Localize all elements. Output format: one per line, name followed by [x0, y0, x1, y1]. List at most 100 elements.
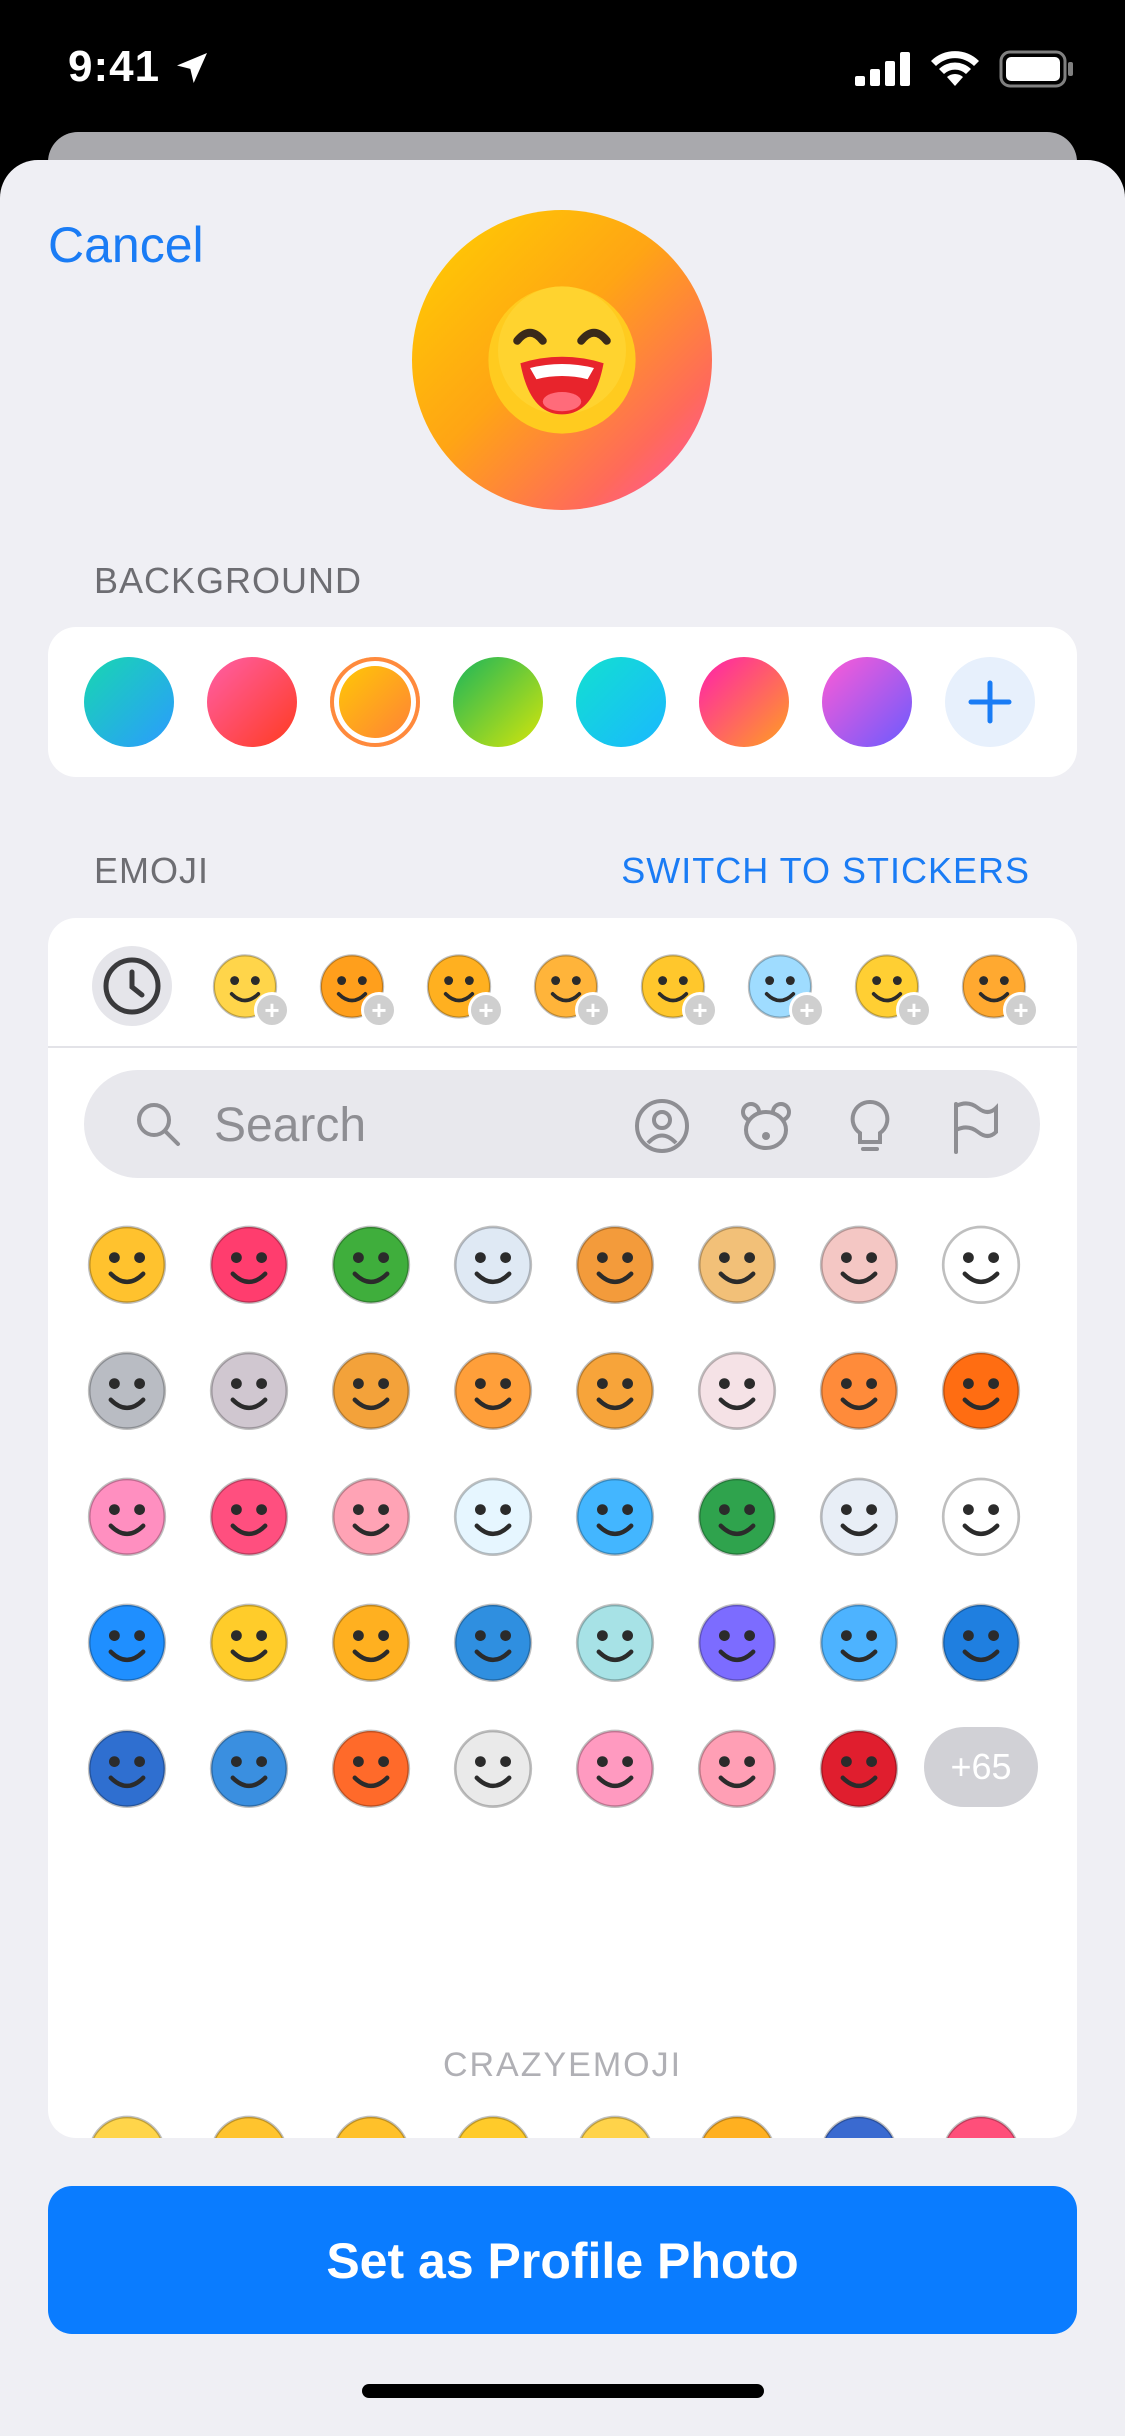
emoji-cell[interactable]: [82, 1722, 172, 1812]
recent-emoji-kiss-face[interactable]: +: [957, 948, 1039, 1028]
emoji-cell[interactable]: [448, 1218, 538, 1308]
emoji-face-icon: [335, 2115, 407, 2138]
lightbulb-category-icon[interactable]: [840, 1096, 900, 1156]
emoji-cell[interactable]: [692, 1218, 782, 1308]
emoji-cell[interactable]: [326, 2108, 416, 2138]
emoji-cell[interactable]: [326, 1596, 416, 1686]
emoji-cell[interactable]: [570, 1722, 660, 1812]
switch-to-stickers-button[interactable]: SWITCH TO STICKERS: [621, 850, 1030, 892]
add-badge-icon: +: [896, 992, 932, 1028]
add-color-button[interactable]: [945, 657, 1035, 747]
emoji-cell[interactable]: [326, 1218, 416, 1308]
emoji-cell[interactable]: [204, 1344, 294, 1434]
emoji-cell[interactable]: [204, 1470, 294, 1560]
emoji-cell[interactable]: [448, 1344, 538, 1434]
emoji-face-icon: [453, 1603, 533, 1682]
color-swatch-lime[interactable]: [453, 657, 543, 747]
emoji-cell[interactable]: [814, 1470, 904, 1560]
emoji-cell[interactable]: [82, 1596, 172, 1686]
emoji-cell[interactable]: [82, 1218, 172, 1308]
emoji-face-icon: [823, 2115, 895, 2138]
emoji-face-icon: [331, 1729, 411, 1808]
flag-category-icon[interactable]: [944, 1096, 1004, 1156]
emoji-cell[interactable]: [448, 1596, 538, 1686]
emoji-face-icon: [453, 1225, 533, 1304]
emoji-cell[interactable]: [326, 1344, 416, 1434]
cancel-button[interactable]: Cancel: [48, 216, 204, 274]
emoji-face-icon: [213, 2115, 285, 2138]
emoji-face-icon: [209, 1603, 289, 1682]
set-as-profile-photo-button[interactable]: Set as Profile Photo: [48, 2186, 1077, 2334]
emoji-cell[interactable]: [448, 1470, 538, 1560]
emoji-cell[interactable]: [692, 1596, 782, 1686]
emoji-cell[interactable]: [82, 1470, 172, 1560]
color-swatch-sunset[interactable]: [207, 657, 297, 747]
emoji-face-icon: [331, 1603, 411, 1682]
emoji-face-icon: [697, 1351, 777, 1430]
emoji-cell[interactable]: [936, 1470, 1026, 1560]
emoji-face-icon: [575, 1477, 655, 1556]
emoji-cell[interactable]: [570, 1344, 660, 1434]
color-swatch-amber-selected[interactable]: [330, 657, 420, 747]
emoji-cell[interactable]: [570, 1218, 660, 1308]
recent-emoji-wink-tongue[interactable]: +: [636, 948, 718, 1028]
emoji-face-icon: [87, 1477, 167, 1556]
emoji-cell[interactable]: [936, 1218, 1026, 1308]
color-swatch-ocean[interactable]: [84, 657, 174, 747]
smiley-category-icon[interactable]: [632, 1096, 692, 1156]
recent-tab[interactable]: [92, 946, 172, 1026]
emoji-cell[interactable]: [448, 2108, 538, 2138]
background-color-picker: [48, 627, 1077, 777]
color-swatch-violet[interactable]: [822, 657, 912, 747]
recent-emoji-masked-face[interactable]: +: [208, 948, 290, 1028]
emoji-cell[interactable]: [814, 1218, 904, 1308]
search-input[interactable]: [212, 1090, 596, 1160]
emoji-cell[interactable]: [814, 1596, 904, 1686]
emoji-face-icon: [697, 1603, 777, 1682]
emoji-face-icon: [575, 1729, 655, 1808]
recent-emoji-frozen-face[interactable]: +: [743, 948, 825, 1028]
recent-emoji-gg-letters[interactable]: +: [315, 948, 397, 1028]
recent-emoji-dizzy-face[interactable]: +: [422, 948, 504, 1028]
emoji-cell[interactable]: [570, 1596, 660, 1686]
emoji-face-icon: [697, 1729, 777, 1808]
recent-emoji-grin-face[interactable]: +: [529, 948, 611, 1028]
emoji-cell[interactable]: [692, 1344, 782, 1434]
emoji-cell[interactable]: [204, 1722, 294, 1812]
emoji-cell[interactable]: [326, 1470, 416, 1560]
emoji-face-icon: [209, 1477, 289, 1556]
animals-category-icon[interactable]: [736, 1096, 796, 1156]
emoji-cell[interactable]: [692, 1722, 782, 1812]
emoji-profile-photo-sheet: Cancel BACKGROUND EMOJI SWITCH TO STICKE…: [0, 160, 1125, 2436]
emoji-cell[interactable]: [82, 2108, 172, 2138]
emoji-face-icon: [701, 2115, 773, 2138]
emoji-face-icon: [575, 1351, 655, 1430]
emoji-cell[interactable]: [814, 1344, 904, 1434]
emoji-face-icon: [941, 1603, 1021, 1682]
emoji-cell[interactable]: [204, 1596, 294, 1686]
add-badge-icon: +: [254, 992, 290, 1028]
color-swatch-magenta[interactable]: [699, 657, 789, 747]
more-emoji-button[interactable]: +65: [924, 1727, 1038, 1807]
emoji-cell[interactable]: [204, 1218, 294, 1308]
emoji-cell[interactable]: [570, 2108, 660, 2138]
emoji-cell[interactable]: [570, 1470, 660, 1560]
color-swatch-cyan[interactable]: [576, 657, 666, 747]
emoji-cell[interactable]: [692, 1470, 782, 1560]
emoji-cell[interactable]: [814, 1722, 904, 1812]
emoji-cell[interactable]: [814, 2108, 904, 2138]
emoji-cell[interactable]: [448, 1722, 538, 1812]
add-badge-icon: +: [682, 992, 718, 1028]
emoji-cell[interactable]: [936, 1344, 1026, 1434]
emoji-cell[interactable]: [692, 2108, 782, 2138]
emoji-cell[interactable]: [936, 1596, 1026, 1686]
recent-emoji-letter-a-balloon[interactable]: +: [850, 948, 932, 1028]
emoji-face-icon: [91, 2115, 163, 2138]
emoji-face-icon: [575, 1225, 655, 1304]
emoji-cell[interactable]: [204, 2108, 294, 2138]
emoji-face-icon: [453, 1351, 533, 1430]
emoji-cell[interactable]: [326, 1722, 416, 1812]
emoji-cell[interactable]: [936, 2108, 1026, 2138]
emoji-face-icon: [819, 1225, 899, 1304]
emoji-cell[interactable]: [82, 1344, 172, 1434]
